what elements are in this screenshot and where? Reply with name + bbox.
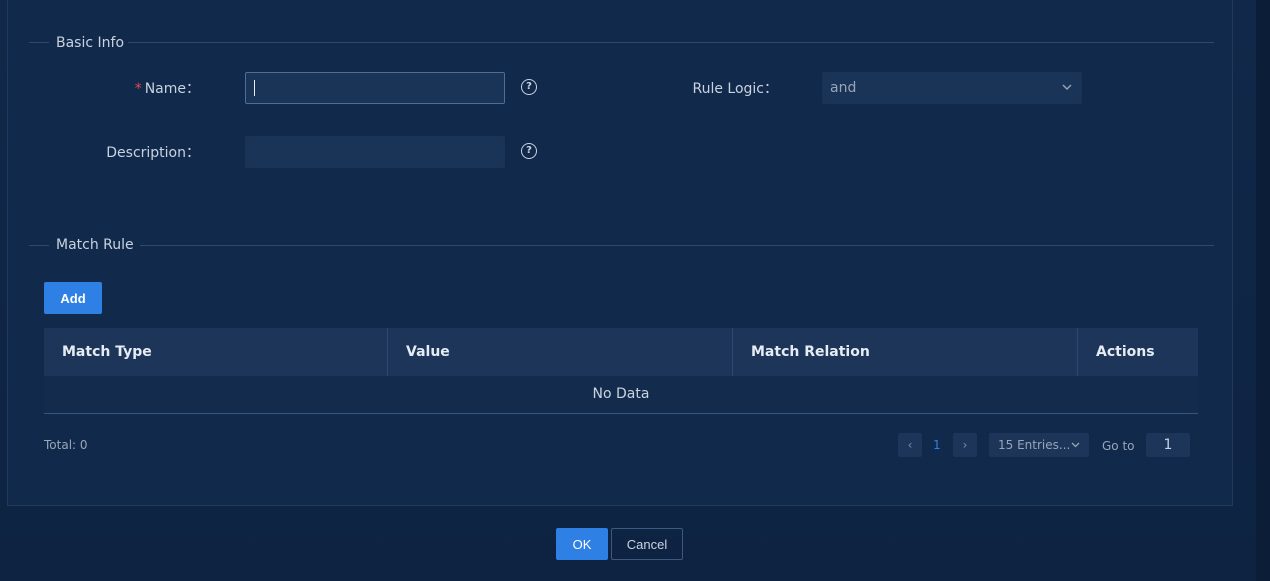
description-input[interactable] [245,136,505,168]
empty-state: No Data [44,376,1198,414]
rule-logic-select[interactable]: and [822,72,1082,104]
section-divider-right [140,245,1214,246]
chevron-down-icon [1062,72,1072,116]
section-divider-left [29,245,49,246]
chevron-down-icon [1071,433,1080,465]
match-rule-table: Match Type Value Match Relation Actions … [44,328,1198,414]
help-circle-icon[interactable]: ? [521,143,537,159]
name-label: * Name： [134,81,200,97]
page-number[interactable]: 1 [933,438,941,452]
rule-logic-label: Rule Logic： [692,81,778,97]
column-header-value[interactable]: Value [388,328,733,376]
section-divider-right [128,42,1214,43]
table-header: Match Type Value Match Relation Actions [44,328,1198,376]
goto-label: Go to [1102,439,1135,453]
name-input[interactable] [245,72,505,104]
next-page-button[interactable]: › [953,433,977,457]
scrollbar-rail[interactable] [1256,0,1270,581]
goto-page-input[interactable]: 1 [1146,433,1190,457]
help-circle-icon[interactable]: ? [521,79,537,95]
dialog-page: Basic Info * Name： ? Rule Logic： and Desc… [0,0,1270,581]
column-header-match-relation[interactable]: Match Relation [733,328,1078,376]
page-size-select[interactable]: 15 Entries... [989,433,1089,457]
prev-page-button[interactable]: ‹ [898,433,922,457]
match-rule-title: Match Rule [56,237,134,253]
cancel-button[interactable]: Cancel [611,528,683,560]
chevron-left-icon: ‹ [907,438,913,452]
form-panel: Basic Info * Name： ? Rule Logic： and Desc… [7,0,1233,506]
section-divider-left [29,42,49,43]
total-count: Total: 0 [44,438,88,452]
text-caret [254,80,255,96]
column-header-actions[interactable]: Actions [1078,328,1198,376]
chevron-right-icon: › [962,438,968,452]
required-mark: * [134,81,142,97]
add-rule-button[interactable]: Add [44,282,102,314]
description-label: Description： [106,145,200,161]
column-header-match-type[interactable]: Match Type [44,328,388,376]
ok-button[interactable]: OK [556,528,608,560]
basic-info-title: Basic Info [56,35,125,51]
